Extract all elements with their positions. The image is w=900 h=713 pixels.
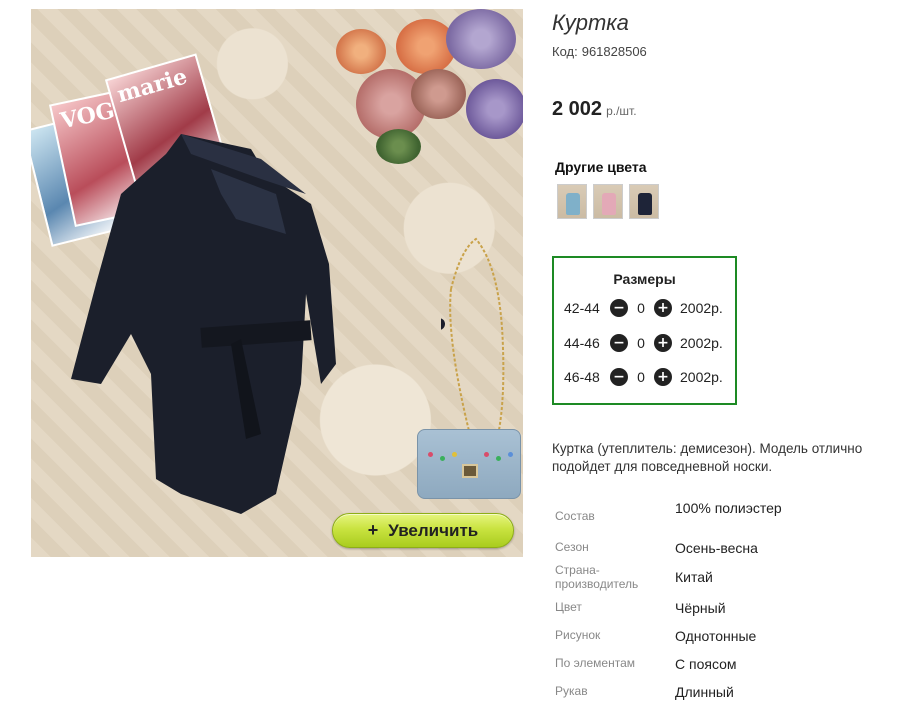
- property-value: С поясом: [675, 656, 737, 672]
- size-row: 42-44 − 0 + 2002р.: [564, 298, 723, 318]
- property-key: Цвет: [555, 600, 582, 614]
- flowers-image: [336, 9, 523, 169]
- property-key: Рукав: [555, 684, 588, 698]
- product-photo[interactable]: VOG marie + Увеличить: [31, 9, 523, 557]
- minus-icon[interactable]: −: [610, 334, 628, 352]
- zoom-button-label: Увеличить: [388, 520, 479, 540]
- zoom-button[interactable]: + Увеличить: [332, 513, 514, 548]
- color-swatches: [557, 184, 659, 219]
- property-key: Страна-производитель: [555, 563, 639, 591]
- property-value: Чёрный: [675, 600, 726, 616]
- property-key: Сезон: [555, 540, 589, 554]
- size-label: 42-44: [564, 300, 600, 316]
- product-price: 2 002 р./шт.: [552, 98, 637, 121]
- plus-icon: +: [367, 520, 379, 540]
- property-key: Рисунок: [555, 628, 601, 642]
- size-label: 44-46: [564, 335, 600, 351]
- product-description: Куртка (утеплитель: демисезон). Модель о…: [552, 441, 863, 474]
- quantity-value: 0: [637, 369, 645, 385]
- minus-icon[interactable]: −: [610, 368, 628, 386]
- plus-icon[interactable]: +: [654, 368, 672, 386]
- other-colors-title: Другие цвета: [555, 159, 647, 175]
- sizes-title: Размеры: [613, 271, 676, 287]
- color-swatch-light-blue[interactable]: [557, 184, 587, 219]
- size-row: 44-46 − 0 + 2002р.: [564, 333, 723, 353]
- property-key: Состав: [555, 509, 595, 523]
- color-swatch-navy[interactable]: [629, 184, 659, 219]
- size-price: 2002р.: [680, 335, 723, 351]
- price-value: 2 002: [552, 98, 603, 120]
- magazine-title: marie: [114, 63, 191, 109]
- color-swatch-pink[interactable]: [593, 184, 623, 219]
- handbag-image: [417, 429, 521, 499]
- size-row: 46-48 − 0 + 2002р.: [564, 367, 723, 387]
- size-price: 2002р.: [680, 300, 723, 316]
- product-title: Куртка: [552, 10, 629, 35]
- property-value: Осень-весна: [675, 540, 758, 556]
- necklace-image: [441, 237, 505, 445]
- sizes-panel: Размеры 42-44 − 0 + 2002р. 44-46 − 0 + 2…: [552, 256, 737, 405]
- jacket-image: [71, 134, 336, 514]
- product-code-value: 961828506: [581, 44, 647, 59]
- size-price: 2002р.: [680, 369, 723, 385]
- product-code-label: Код:: [552, 44, 578, 59]
- property-value: Однотонные: [675, 628, 757, 644]
- quantity-value: 0: [637, 335, 645, 351]
- quantity-value: 0: [637, 300, 645, 316]
- property-value: 100% полиэстер: [675, 500, 782, 516]
- property-value: Длинный: [675, 684, 734, 700]
- property-key: По элементам: [555, 656, 636, 670]
- price-unit: р./шт.: [606, 104, 637, 118]
- minus-icon[interactable]: −: [610, 299, 628, 317]
- property-value: Китай: [675, 569, 713, 585]
- product-code: Код: 961828506: [552, 44, 647, 59]
- plus-icon[interactable]: +: [654, 299, 672, 317]
- size-label: 46-48: [564, 369, 600, 385]
- magazine-title: VOG: [58, 97, 117, 135]
- plus-icon[interactable]: +: [654, 334, 672, 352]
